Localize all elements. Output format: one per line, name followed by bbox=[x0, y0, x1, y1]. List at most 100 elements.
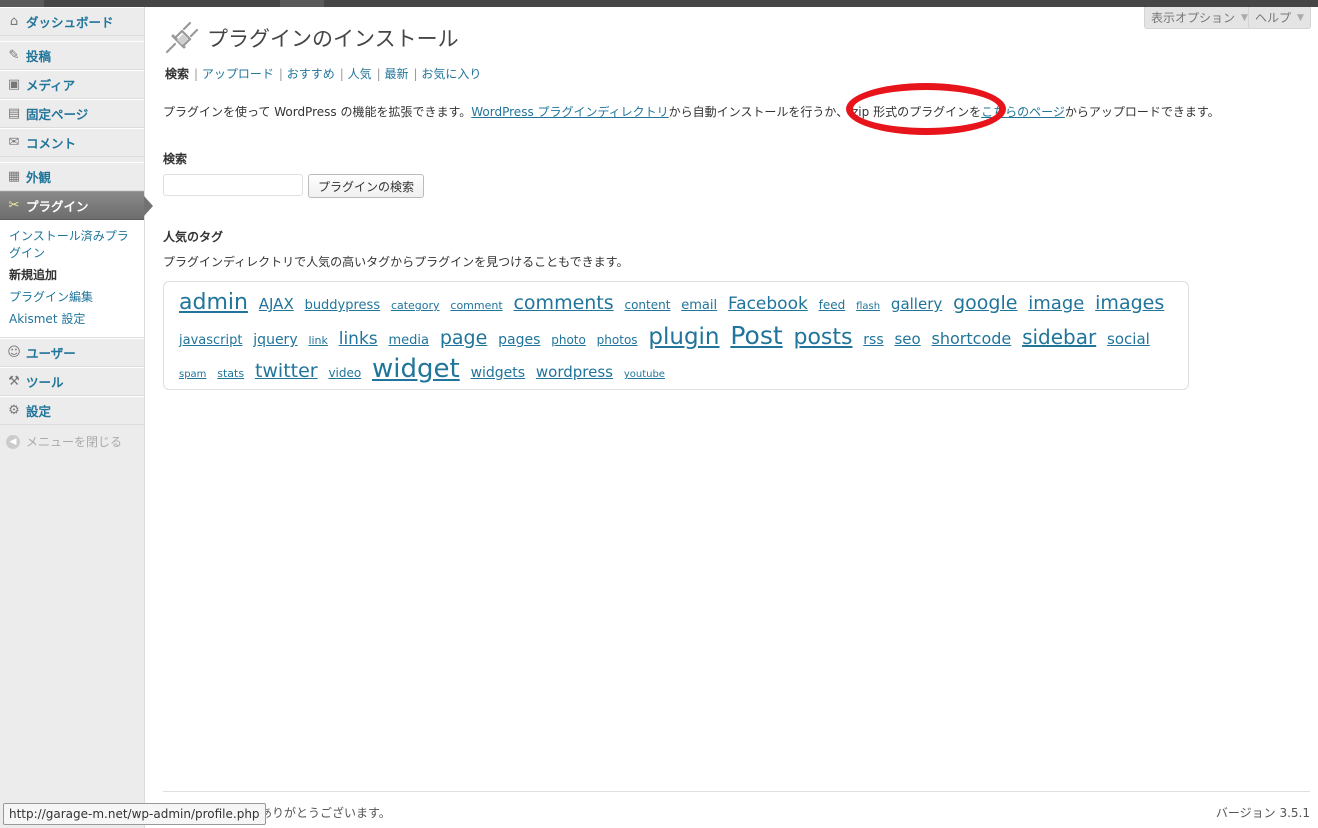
tag-link-image[interactable]: image bbox=[1028, 293, 1084, 314]
plugin-icon: ✂ bbox=[8, 197, 20, 213]
search-heading: 検索 bbox=[163, 152, 188, 166]
tag-link-pages[interactable]: pages bbox=[498, 332, 540, 348]
screen-options-label: 表示オプション bbox=[1151, 11, 1236, 25]
tag-link-twitter[interactable]: twitter bbox=[255, 360, 318, 382]
tag-link-ajax[interactable]: AJAX bbox=[259, 295, 294, 313]
page-title: プラグインのインストール bbox=[207, 27, 459, 51]
tag-link-email[interactable]: email bbox=[681, 298, 717, 313]
menu-settings[interactable]: ⚙ 設定 bbox=[0, 396, 144, 425]
tag-link-facebook[interactable]: Facebook bbox=[728, 294, 808, 314]
menu-tools[interactable]: ⚒ ツール bbox=[0, 367, 144, 396]
tab-popular[interactable]: 人気 bbox=[348, 67, 372, 81]
tag-link-video[interactable]: video bbox=[328, 366, 361, 380]
tag-link-link[interactable]: link bbox=[308, 334, 327, 347]
tag-link-seo[interactable]: seo bbox=[894, 330, 920, 348]
tab-search[interactable]: 検索 bbox=[165, 67, 189, 81]
tab-upload[interactable]: アップロード bbox=[202, 67, 274, 81]
media-icon: ▣ bbox=[7, 76, 21, 92]
tag-link-buddypress[interactable]: buddypress bbox=[305, 298, 381, 313]
menu-plugins[interactable]: ✂ プラグイン bbox=[0, 191, 153, 220]
tag-link-shortcode[interactable]: shortcode bbox=[932, 329, 1012, 348]
tag-link-content[interactable]: content bbox=[624, 298, 670, 312]
footer-divider bbox=[163, 791, 1310, 792]
plugin-icon bbox=[165, 21, 199, 54]
help-label: ヘルプ bbox=[1255, 11, 1292, 25]
tag-link-post[interactable]: Post bbox=[730, 321, 782, 350]
admin-bar-item[interactable] bbox=[280, 0, 324, 7]
submenu-installed-plugins[interactable]: インストール済みプラグイン bbox=[0, 226, 144, 265]
menu-dashboard[interactable]: ⌂ ダッシュボード bbox=[0, 7, 144, 36]
menu-label: 固定ページ bbox=[26, 107, 89, 122]
menu-label: コメント bbox=[26, 136, 77, 151]
page-header: プラグインのインストール bbox=[163, 21, 459, 55]
intro-text-start: プラグインを使って WordPress の機能を拡張できます。 bbox=[163, 105, 472, 119]
tools-icon: ⚒ bbox=[8, 373, 20, 389]
tag-link-feed[interactable]: feed bbox=[819, 298, 846, 312]
chevron-down-icon: ▼ bbox=[1297, 12, 1304, 23]
footer-version: バージョン 3.5.1 bbox=[1215, 806, 1310, 820]
menu-label: 設定 bbox=[26, 404, 52, 419]
tag-cloud: admin AJAX buddypress category comment c… bbox=[163, 281, 1189, 390]
menu-posts[interactable]: ✎ 投稿 bbox=[0, 41, 144, 70]
admin-bar-logo-area[interactable] bbox=[0, 0, 44, 7]
popular-tags-description: プラグインディレクトリで人気の高いタグからプラグインを見つけることもできます。 bbox=[163, 255, 629, 269]
tag-link-wordpress[interactable]: wordpress bbox=[536, 363, 613, 381]
annotation-circle bbox=[846, 83, 1006, 135]
menu-appearance[interactable]: ▦ 外観 bbox=[0, 162, 144, 191]
tag-link-youtube[interactable]: youtube bbox=[624, 369, 665, 380]
screen-options-button[interactable]: 表示オプション ▼ bbox=[1144, 7, 1255, 29]
popular-tags-heading: 人気のタグ bbox=[163, 230, 224, 244]
tag-link-page[interactable]: page bbox=[440, 327, 487, 349]
tag-link-rss[interactable]: rss bbox=[863, 332, 883, 348]
collapse-menu-label: メニューを閉じる bbox=[26, 435, 123, 449]
tag-link-photos[interactable]: photos bbox=[597, 333, 638, 347]
tag-link-admin[interactable]: admin bbox=[179, 290, 248, 315]
tag-link-comments[interactable]: comments bbox=[513, 292, 613, 314]
settings-icon: ⚙ bbox=[8, 402, 20, 418]
tag-link-widgets[interactable]: widgets bbox=[471, 365, 526, 381]
page-icon: ▤ bbox=[7, 105, 21, 121]
tag-link-media[interactable]: media bbox=[389, 333, 430, 348]
tag-link-posts[interactable]: posts bbox=[793, 325, 852, 350]
tag-link-sidebar[interactable]: sidebar bbox=[1022, 325, 1096, 349]
help-button[interactable]: ヘルプ ▼ bbox=[1248, 7, 1311, 29]
plugin-directory-link[interactable]: WordPress プラグインディレクトリ bbox=[471, 105, 668, 119]
tag-link-gallery[interactable]: gallery bbox=[891, 295, 942, 313]
menu-label: 投稿 bbox=[26, 49, 52, 64]
tag-link-jquery[interactable]: jquery bbox=[253, 332, 297, 348]
footer-thanks: ありがとうございます。 bbox=[260, 806, 391, 820]
tag-link-photo[interactable]: photo bbox=[551, 333, 586, 347]
comment-icon: ✉ bbox=[8, 134, 20, 150]
tag-link-category[interactable]: category bbox=[391, 299, 440, 312]
tag-link-flash[interactable]: flash bbox=[856, 301, 880, 312]
tag-link-google[interactable]: google bbox=[953, 292, 1017, 314]
menu-pages[interactable]: ▤ 固定ページ bbox=[0, 99, 144, 128]
submenu-add-new[interactable]: 新規追加 bbox=[0, 265, 144, 287]
tag-link-links[interactable]: links bbox=[339, 329, 378, 349]
tag-link-comment[interactable]: comment bbox=[450, 299, 502, 312]
tab-featured[interactable]: おすすめ bbox=[287, 67, 335, 81]
menu-comments[interactable]: ✉ コメント bbox=[0, 128, 144, 157]
tag-link-plugin[interactable]: plugin bbox=[648, 324, 719, 350]
tab-newest[interactable]: 最新 bbox=[385, 67, 409, 81]
submenu-akismet-settings[interactable]: Akismet 設定 bbox=[0, 309, 144, 331]
menu-media[interactable]: ▣ メディア bbox=[0, 70, 144, 99]
submenu-plugin-editor[interactable]: プラグイン編集 bbox=[0, 287, 144, 309]
menu-users[interactable]: ☺ ユーザー bbox=[0, 338, 144, 367]
menu-label: 外観 bbox=[26, 170, 52, 185]
pin-icon: ✎ bbox=[8, 47, 20, 63]
tag-link-social[interactable]: social bbox=[1107, 330, 1150, 348]
collapse-menu-button[interactable]: ◀ メニューを閉じる bbox=[0, 425, 144, 458]
tag-link-widget[interactable]: widget bbox=[372, 354, 460, 384]
tab-favorites[interactable]: お気に入り bbox=[421, 67, 481, 81]
tag-link-stats[interactable]: stats bbox=[217, 367, 244, 380]
tag-link-spam[interactable]: spam bbox=[179, 369, 206, 380]
plugin-search-button[interactable]: プラグインの検索 bbox=[308, 174, 425, 198]
dashboard-icon: ⌂ bbox=[9, 13, 19, 29]
tag-link-javascript[interactable]: javascript bbox=[179, 333, 242, 348]
users-icon: ☺ bbox=[7, 344, 21, 360]
browser-status-bar: http://garage-m.net/wp-admin/profile.php bbox=[3, 803, 266, 825]
plugin-search-input[interactable] bbox=[163, 174, 303, 196]
admin-sidebar: ⌂ ダッシュボード ✎ 投稿 ▣ メディア ▤ 固定ページ ✉ コメント ▦ 外… bbox=[0, 7, 153, 828]
tag-link-images[interactable]: images bbox=[1095, 292, 1164, 314]
